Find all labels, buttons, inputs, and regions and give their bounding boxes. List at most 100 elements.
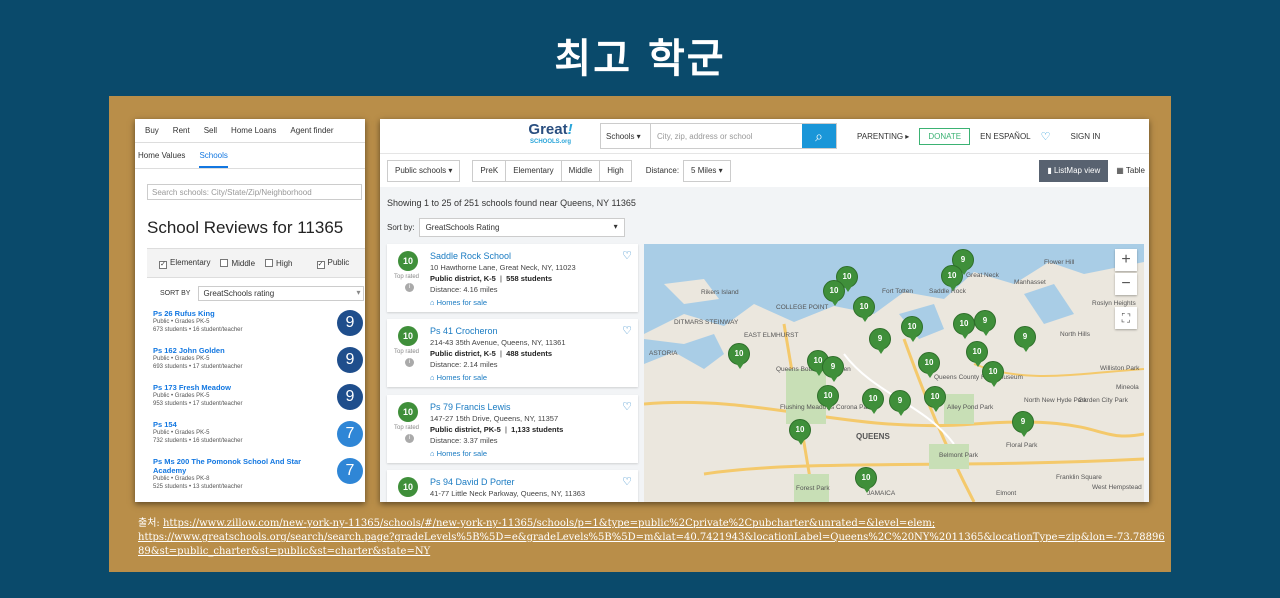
sign-in-link[interactable]: SIGN IN: [1071, 132, 1101, 141]
map-pin[interactable]: 10: [941, 265, 963, 291]
search-button[interactable]: ⌕: [802, 124, 836, 148]
list-item[interactable]: Ps 162 John Golden Public • Grades PK-5 …: [135, 346, 365, 383]
gs-results-area: Showing 1 to 25 of 251 schools found nea…: [380, 187, 1149, 502]
map-pin[interactable]: 10: [855, 467, 877, 493]
info-icon[interactable]: i: [405, 358, 414, 367]
map-pin[interactable]: 10: [862, 388, 884, 414]
heart-icon[interactable]: ♡: [622, 324, 632, 337]
tab-home-values[interactable]: Home Values: [138, 151, 185, 168]
nav-sell[interactable]: Sell: [204, 126, 217, 135]
fullscreen-icon[interactable]: ⛶: [1115, 307, 1137, 329]
nav-parenting[interactable]: PARENTING ▸: [857, 132, 909, 141]
school-name[interactable]: Ps 173 Fresh Meadow: [153, 383, 303, 392]
greatschools-logo[interactable]: Great! SCHOOLS.org: [523, 122, 578, 148]
list-item[interactable]: Ps 26 Rufus King Public • Grades PK-5 67…: [135, 309, 365, 346]
school-name[interactable]: Ps 79 Francis Lewis: [430, 402, 511, 412]
school-name[interactable]: Ps Ms 200 The Pomonok School And Star Ac…: [153, 457, 303, 475]
grade-prek-button[interactable]: PreK: [472, 159, 506, 182]
nav-home-loans[interactable]: Home Loans: [231, 126, 276, 135]
rating-badge: 9: [337, 310, 363, 336]
filter-middle[interactable]: Middle: [220, 258, 255, 268]
school-card[interactable]: 10 Top rated i Saddle Rock School 10 Haw…: [387, 244, 638, 312]
map-pin[interactable]: 10: [853, 296, 875, 322]
school-name[interactable]: Ps 26 Rufus King: [153, 309, 303, 318]
school-name[interactable]: Ps 94 David D Porter: [430, 477, 515, 487]
map-pin[interactable]: 9: [869, 328, 891, 354]
filter-elementary[interactable]: ✓ Elementary: [159, 258, 210, 269]
map-icon: ▮: [1047, 165, 1052, 175]
nav-espanol[interactable]: EN ESPAÑOL: [980, 132, 1031, 141]
heart-icon[interactable]: ♡: [622, 475, 632, 488]
school-students: 953 students • 17 student/teacher: [153, 401, 243, 407]
homes-for-sale-link[interactable]: ⌂ Homes for sale: [430, 298, 487, 307]
school-name[interactable]: Ps 154: [153, 420, 303, 429]
grade-middle-button[interactable]: Middle: [560, 159, 600, 182]
info-icon[interactable]: i: [405, 283, 414, 292]
rating-badge: 10: [398, 402, 418, 422]
map-pin[interactable]: 9: [974, 310, 996, 336]
filter-high[interactable]: High: [265, 258, 293, 268]
zillow-source-link[interactable]: https://www.zillow.com/new-york-ny-11365…: [163, 518, 935, 529]
school-type-dropdown[interactable]: Public schools ▾: [387, 159, 461, 182]
map-pin[interactable]: 10: [817, 385, 839, 411]
search-input[interactable]: City, zip, address or school: [651, 124, 802, 148]
sort-select[interactable]: GreatSchools Rating: [418, 218, 625, 237]
zoom-out-button[interactable]: −: [1115, 273, 1137, 295]
heart-icon[interactable]: ♡: [622, 249, 632, 262]
map-pin[interactable]: 9: [1014, 326, 1036, 352]
list-item[interactable]: Ps 154 Public • Grades PK-5 732 students…: [135, 420, 365, 457]
school-address: 41-77 Little Neck Parkway, Queens, NY, 1…: [430, 489, 586, 498]
map-pin[interactable]: 10: [789, 419, 811, 445]
map-pin[interactable]: 10: [918, 352, 940, 378]
map-pin[interactable]: 10: [966, 341, 988, 367]
map-pin[interactable]: 9: [889, 390, 911, 416]
school-card[interactable]: 10 Ps 94 David D Porter 41-77 Little Nec…: [387, 470, 638, 502]
map-pin[interactable]: 9: [1012, 411, 1034, 437]
list-item[interactable]: Ps Ms 200 The Pomonok School And Star Ac…: [135, 457, 365, 494]
nav-agent-finder[interactable]: Agent finder: [290, 126, 333, 135]
filter-public[interactable]: ✓ Public: [316, 258, 349, 269]
heart-icon[interactable]: ♡: [622, 400, 632, 413]
list-item[interactable]: Ps 173 Fresh Meadow Public • Grades PK-5…: [135, 383, 365, 420]
school-search-input[interactable]: Search schools: City/State/Zip/Neighborh…: [147, 184, 362, 200]
school-card[interactable]: 10 Top rated i Ps 79 Francis Lewis 147-2…: [387, 395, 638, 463]
sort-select[interactable]: GreatSchools rating: [198, 286, 365, 301]
search-type-dropdown[interactable]: Schools ▾: [601, 124, 651, 148]
map-label: Manhasset: [1014, 279, 1046, 286]
map-label: Williston Park: [1100, 365, 1140, 372]
school-name[interactable]: Ps 41 Crocheron: [430, 326, 498, 336]
grade-high-button[interactable]: High: [599, 159, 632, 182]
listmap-view-button[interactable]: ▮ ListMap view: [1039, 159, 1109, 182]
map-pin[interactable]: 10: [982, 361, 1004, 387]
school-name[interactable]: Ps 162 John Golden: [153, 346, 303, 355]
nav-buy[interactable]: Buy: [145, 126, 159, 135]
school-card[interactable]: 10 Top rated i Ps 41 Crocheron 214-43 35…: [387, 319, 638, 387]
map-label: Flower Hill: [1044, 259, 1075, 266]
top-rated-label: Top rated: [394, 274, 420, 280]
distance-dropdown[interactable]: 5 Miles ▾: [683, 159, 731, 182]
greatschools-source-link[interactable]: https://www.greatschools.org/search/sear…: [138, 532, 1165, 557]
homes-for-sale-link[interactable]: ⌂ Homes for sale: [430, 373, 487, 382]
map-pin[interactable]: 10: [823, 280, 845, 306]
map-pin[interactable]: 10: [953, 313, 975, 339]
sort-row: Sort by: GreatSchools Rating: [387, 218, 625, 237]
map-pin[interactable]: 10: [728, 343, 750, 369]
map-pin[interactable]: 10: [924, 386, 946, 412]
heart-icon[interactable]: ♡: [1041, 130, 1051, 143]
school-address: 10 Hawthorne Lane, Great Neck, NY, 11023: [430, 263, 576, 272]
map-label: Floral Park: [1006, 442, 1038, 449]
map-pin[interactable]: 9: [822, 356, 844, 382]
grade-elementary-button[interactable]: Elementary: [505, 159, 561, 182]
nav-rent[interactable]: Rent: [173, 126, 190, 135]
zoom-in-button[interactable]: +: [1115, 249, 1137, 271]
homes-for-sale-link[interactable]: ⌂ Homes for sale: [430, 449, 487, 458]
map-pin[interactable]: 10: [901, 316, 923, 342]
info-icon[interactable]: i: [405, 434, 414, 443]
table-view-button[interactable]: ▦ Table: [1108, 166, 1149, 175]
level-filters: ✓ Elementary Middle High ✓ Public: [147, 248, 365, 278]
house-icon: ⌂: [430, 449, 435, 458]
school-map[interactable]: Rikers Island Fort Totten Saddle Rock Gr…: [644, 244, 1144, 502]
school-name[interactable]: Saddle Rock School: [430, 251, 511, 261]
tab-schools[interactable]: Schools: [199, 151, 228, 168]
donate-button[interactable]: DONATE: [919, 127, 971, 145]
